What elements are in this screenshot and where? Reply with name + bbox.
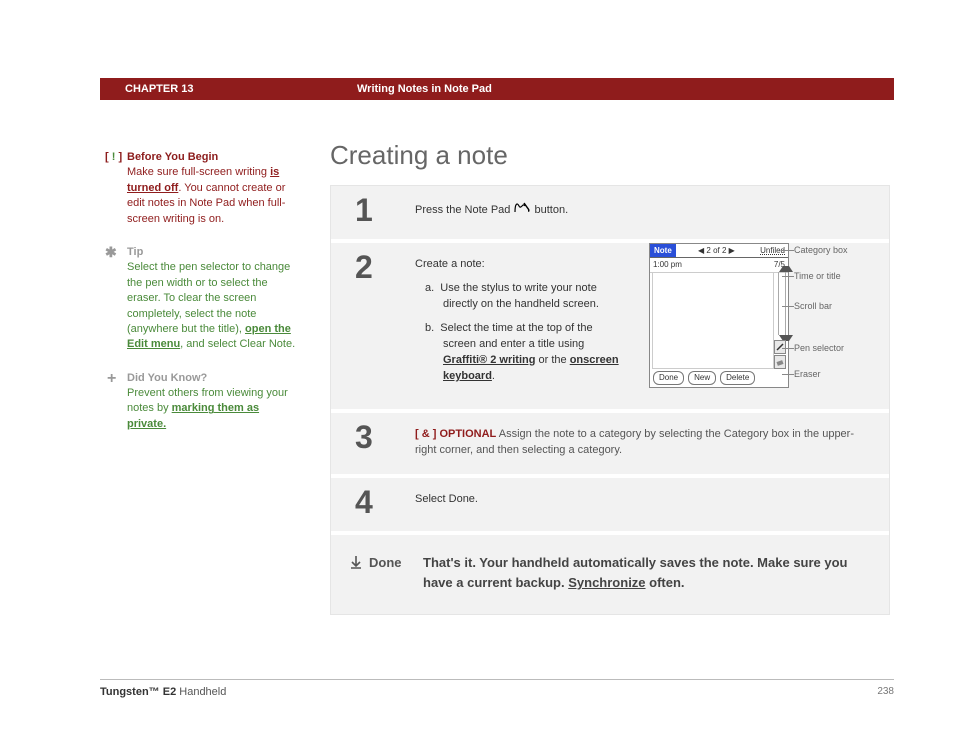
- tip-head: Tip: [127, 246, 143, 258]
- sidebar: [ ! ] Before You Begin Make sure full-sc…: [105, 150, 300, 450]
- eraser-icon: [774, 355, 786, 369]
- before-you-begin-block: [ ! ] Before You Begin Make sure full-sc…: [105, 150, 300, 227]
- step-number: 2: [331, 243, 411, 409]
- device-tab: Note: [650, 244, 676, 257]
- before-head: Before You Begin: [127, 151, 218, 163]
- done-text: That's it. Your handheld automatically s…: [423, 553, 871, 592]
- notepad-icon: [513, 200, 531, 220]
- device-scrollbar: [778, 272, 786, 335]
- asterisk-icon: ✱: [105, 243, 117, 263]
- chapter-title: Writing Notes in Note Pad: [357, 83, 492, 95]
- device-canvas: [652, 272, 774, 369]
- step-3: 3 [ & ] OPTIONAL Assign the note to a ca…: [331, 413, 889, 479]
- dyk-body: Prevent others from viewing your notes b…: [127, 386, 300, 432]
- step-body: Press the Note Pad button.: [411, 186, 889, 239]
- device-delete-button: Delete: [720, 371, 755, 385]
- step-number: 3: [331, 413, 411, 475]
- chapter-label: CHAPTER 13: [125, 83, 357, 95]
- step-body: Select Done.: [411, 478, 889, 531]
- callout-pen: Pen selector: [794, 342, 844, 355]
- substep-b: b. Select the time at the top of the scr…: [425, 321, 625, 385]
- step-body: [ & ] OPTIONAL Assign the note to a cate…: [411, 413, 889, 475]
- callout-category: Category box: [794, 244, 848, 257]
- page-number: 238: [877, 686, 894, 698]
- pen-selector-icon: [774, 340, 786, 354]
- main-content: Creating a note 1 Press the Note Pad but…: [330, 140, 890, 615]
- step-body: Create a note: a. Use the stylus to writ…: [411, 243, 889, 409]
- optional-tag: [ & ] OPTIONAL: [415, 428, 496, 440]
- device-new-button: New: [688, 371, 716, 385]
- steps-container: 1 Press the Note Pad button. 2 Create a …: [330, 185, 890, 615]
- chapter-header: CHAPTER 13 Writing Notes in Note Pad: [100, 78, 894, 100]
- callout-scroll: Scroll bar: [794, 300, 832, 313]
- did-you-know-block: + Did You Know? Prevent others from view…: [105, 371, 300, 433]
- alert-icon: [ ! ]: [105, 150, 122, 165]
- device-done-button: Done: [653, 371, 684, 385]
- page-title: Creating a note: [330, 140, 890, 171]
- done-label: Done: [349, 553, 423, 592]
- before-body: Make sure full-screen writing is turned …: [127, 165, 300, 227]
- step-1: 1 Press the Note Pad button.: [331, 186, 889, 243]
- device-screenshot: Note ◀ 2 of 2 ▶ Unfiled 1:00 pm 7/5: [649, 243, 789, 388]
- done-row: Done That's it. Your handheld automatica…: [331, 535, 889, 614]
- tip-block: ✱ Tip Select the pen selector to change …: [105, 245, 300, 353]
- substep-a: a. Use the stylus to write your note dir…: [425, 281, 625, 313]
- callout-eraser: Eraser: [794, 368, 821, 381]
- product-name: Tungsten™ E2 Handheld: [100, 686, 226, 698]
- link-synchronize[interactable]: Synchronize: [568, 575, 645, 590]
- device-time: 1:00 pm: [653, 259, 682, 271]
- step-number: 1: [331, 186, 411, 239]
- down-arrow-icon: [349, 555, 363, 569]
- link-graffiti[interactable]: Graffiti® 2 writing: [443, 354, 535, 366]
- device-tools: [774, 339, 786, 369]
- step-2: 2 Create a note: a. Use the stylus to wr…: [331, 243, 889, 413]
- tip-body: Select the pen selector to change the pe…: [127, 260, 300, 352]
- device-nav: ◀ 2 of 2 ▶: [676, 244, 757, 257]
- step-number: 4: [331, 478, 411, 531]
- footer: Tungsten™ E2 Handheld 238: [100, 679, 894, 698]
- plus-icon: +: [107, 368, 116, 390]
- dyk-head: Did You Know?: [127, 372, 207, 384]
- step-4: 4 Select Done.: [331, 478, 889, 535]
- callout-time: Time or title: [794, 270, 841, 283]
